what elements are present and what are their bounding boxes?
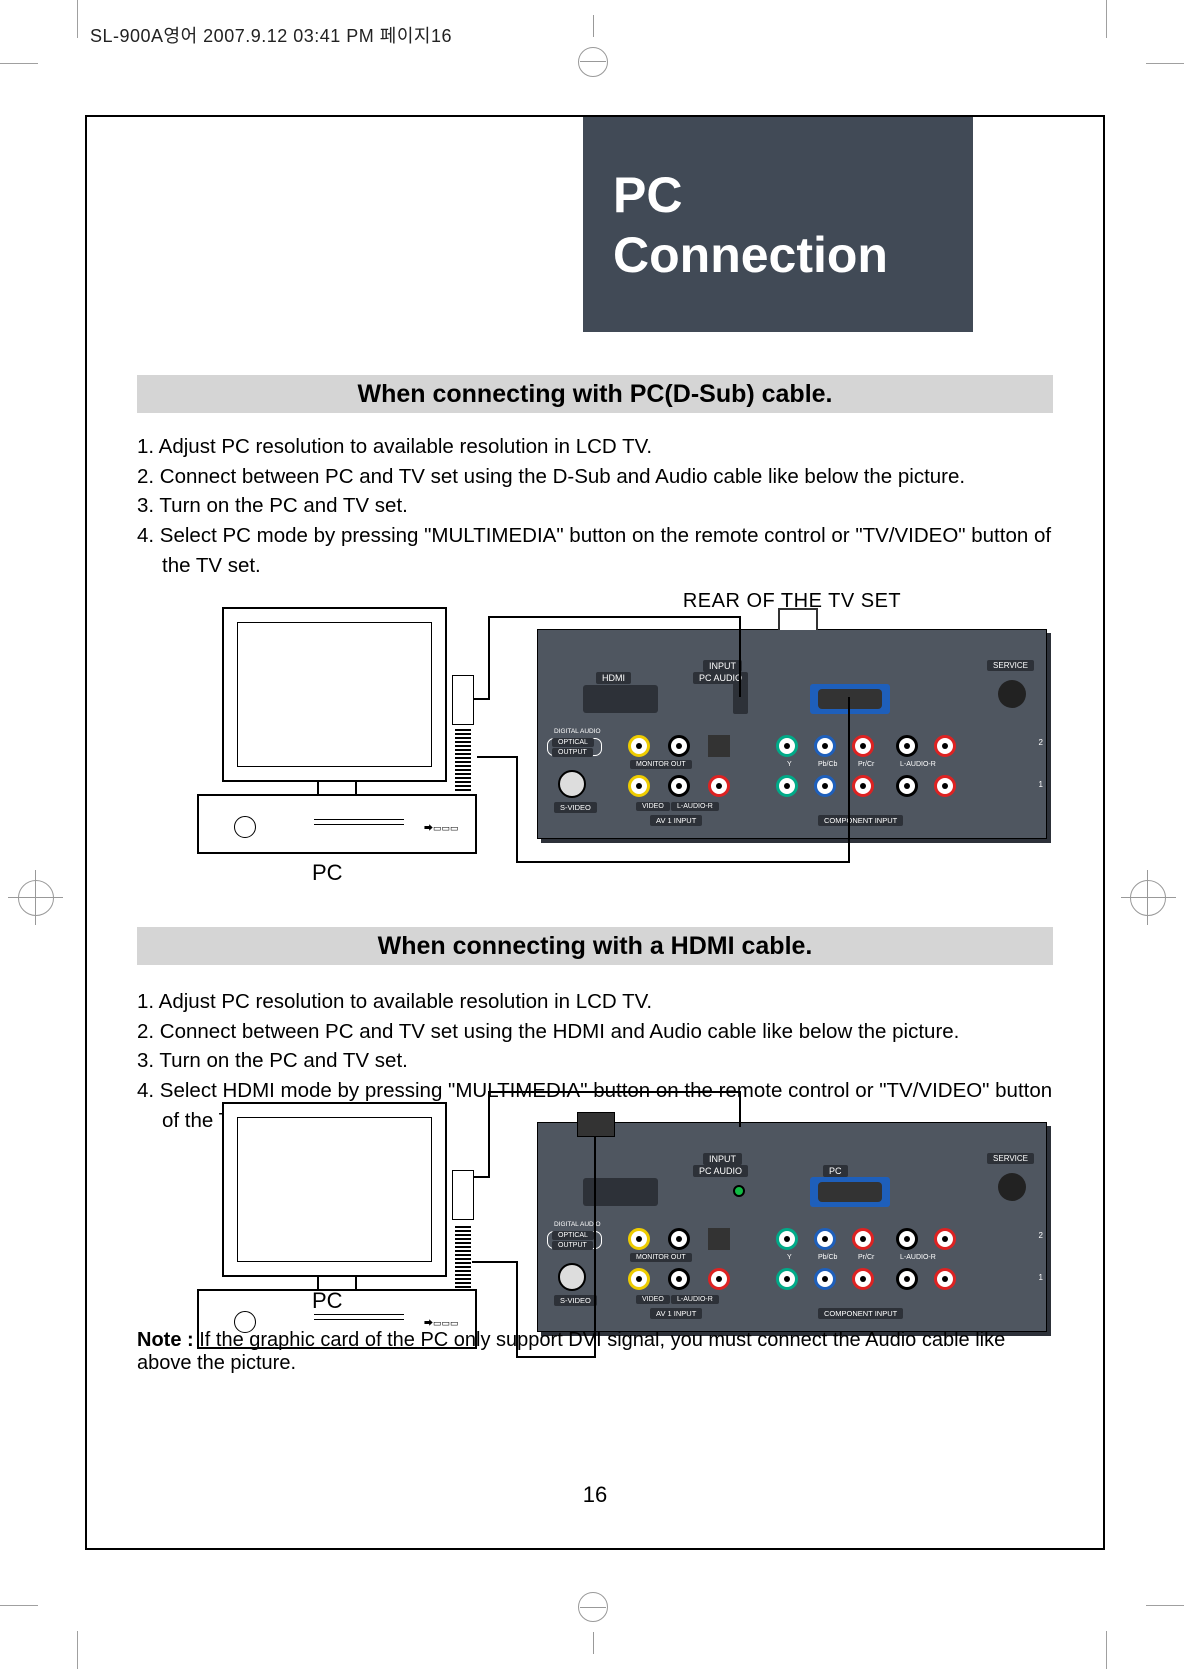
label-l-audio-r: L-AUDIO-R: [671, 802, 719, 811]
label-prcr: Pr/Cr: [852, 760, 880, 769]
note-label: Note :: [137, 1329, 199, 1351]
label-service: SERVICE: [987, 660, 1034, 671]
audio-jack-icon: [733, 682, 748, 714]
step-text: 3. Turn on the PC and TV set.: [137, 491, 408, 521]
trim-line: [1146, 63, 1184, 64]
label-output: OUTPUT: [552, 1241, 593, 1250]
print-header: SL-900A영어 2007.9.12 03:41 PM 페이지16: [90, 22, 452, 48]
diagram-hdmi: ⮕▭▭▭ INPUT PC AUDIO PC SERVICE DIGITAL A…: [177, 1182, 1047, 1327]
hdmi-port-icon: [583, 1178, 658, 1206]
pc-monitor-icon: [222, 607, 447, 782]
label-pbcb: Pb/Cb: [812, 760, 843, 769]
label-y: Y: [781, 760, 798, 769]
label-prcr: Pr/Cr: [852, 1253, 880, 1262]
crop-mark-right: [1130, 880, 1166, 916]
label-l-audio-r: L-AUDIO-R: [671, 1295, 719, 1304]
pc-tower-icon: ⮕▭▭▭: [197, 794, 477, 854]
title-line-2: Connection: [613, 225, 945, 285]
vga-port-icon: [810, 1177, 890, 1207]
trim-line: [1106, 1631, 1107, 1669]
steps-dsub: 1. Adjust PC resolution to available res…: [137, 432, 1053, 581]
step-text: 1. Adjust PC resolution to available res…: [137, 987, 652, 1017]
label-video: VIDEO: [636, 1295, 670, 1304]
label-l-audio-r: L-AUDIO-R: [894, 760, 942, 769]
hdmi-plug-icon: [577, 1112, 615, 1137]
label-y: Y: [781, 1253, 798, 1262]
step-text: 2. Connect between PC and TV set using t…: [137, 462, 965, 492]
label-monitor-out: MONITOR OUT: [630, 1253, 692, 1262]
service-port-icon: [998, 1173, 1026, 1201]
pc-label: PC: [312, 1288, 343, 1314]
label-component: COMPONENT INPUT: [818, 1308, 903, 1319]
label-av1: AV 1 INPUT: [650, 1308, 702, 1319]
label-digital-audio: DIGITAL AUDIO: [548, 1220, 607, 1229]
label-pcaudio: PC AUDIO: [693, 1165, 748, 1177]
pc-monitor-icon: [222, 1102, 447, 1277]
label-av1: AV 1 INPUT: [650, 815, 702, 826]
label-monitor-out: MONITOR OUT: [630, 760, 692, 769]
trim-line: [77, 0, 78, 38]
label-output: OUTPUT: [552, 748, 593, 757]
trim-line: [0, 63, 38, 64]
label-service: SERVICE: [987, 1153, 1034, 1164]
diagram-dsub: ⮕▭▭▭ INPUT HDMI PC AUDIO SERVICE DIGITAL…: [177, 607, 1047, 852]
label-video: VIDEO: [636, 802, 670, 811]
label-input: INPUT: [703, 1153, 742, 1165]
service-port-icon: [998, 680, 1026, 708]
crop-mark-bottom: [548, 1604, 638, 1644]
tv-rear-panel: INPUT HDMI PC AUDIO SERVICE DIGITAL AUDI…: [537, 629, 1047, 839]
page-frame: PC Connection When connecting with PC(D-…: [85, 115, 1105, 1550]
label-optical: OPTICAL: [552, 1231, 594, 1240]
tv-rear-panel: INPUT PC AUDIO PC SERVICE DIGITAL AUDIO …: [537, 1122, 1047, 1332]
section-heading-dsub: When connecting with PC(D-Sub) cable.: [137, 375, 1053, 413]
step-text: 3. Turn on the PC and TV set.: [137, 1046, 408, 1076]
vga-port-icon: [810, 684, 890, 714]
label-svideo: S-VIDEO: [554, 1295, 597, 1306]
page-number: 16: [87, 1482, 1103, 1508]
trim-line: [77, 1631, 78, 1669]
svideo-port-icon: [558, 770, 586, 798]
label-l-audio-r: L-AUDIO-R: [894, 1253, 942, 1262]
label-digital-audio: DIGITAL AUDIO: [548, 727, 607, 736]
note: Note : If the graphic card of the PC onl…: [137, 1329, 1063, 1375]
label-pbcb: Pb/Cb: [812, 1253, 843, 1262]
step-text: 1. Adjust PC resolution to available res…: [137, 432, 652, 462]
label-component: COMPONENT INPUT: [818, 815, 903, 826]
label-optical: OPTICAL: [552, 738, 594, 747]
label-svideo: S-VIDEO: [554, 802, 597, 813]
note-text: If the graphic card of the PC only suppo…: [137, 1329, 1005, 1374]
audio-jack-icon: [733, 1185, 745, 1197]
hdmi-port-icon: [583, 685, 658, 713]
label-input: INPUT: [703, 660, 742, 672]
title-box: PC Connection: [583, 117, 973, 332]
title-line-1: PC: [613, 165, 945, 225]
section-heading-hdmi: When connecting with a HDMI cable.: [137, 927, 1053, 965]
trim-line: [1146, 1605, 1184, 1606]
svideo-port-icon: [558, 1263, 586, 1291]
pc-stand-icon: [317, 782, 357, 794]
trim-line: [1106, 0, 1107, 38]
step-text: 2. Connect between PC and TV set using t…: [137, 1017, 959, 1047]
pc-label: PC: [312, 860, 343, 886]
trim-line: [0, 1605, 38, 1606]
step-text: 4. Select PC mode by pressing "MULTIMEDI…: [137, 521, 1053, 580]
label-hdmi: HDMI: [596, 672, 631, 684]
crop-mark-top: [548, 25, 638, 65]
crop-mark-left: [18, 880, 54, 916]
label-pc: PC: [823, 1165, 848, 1177]
